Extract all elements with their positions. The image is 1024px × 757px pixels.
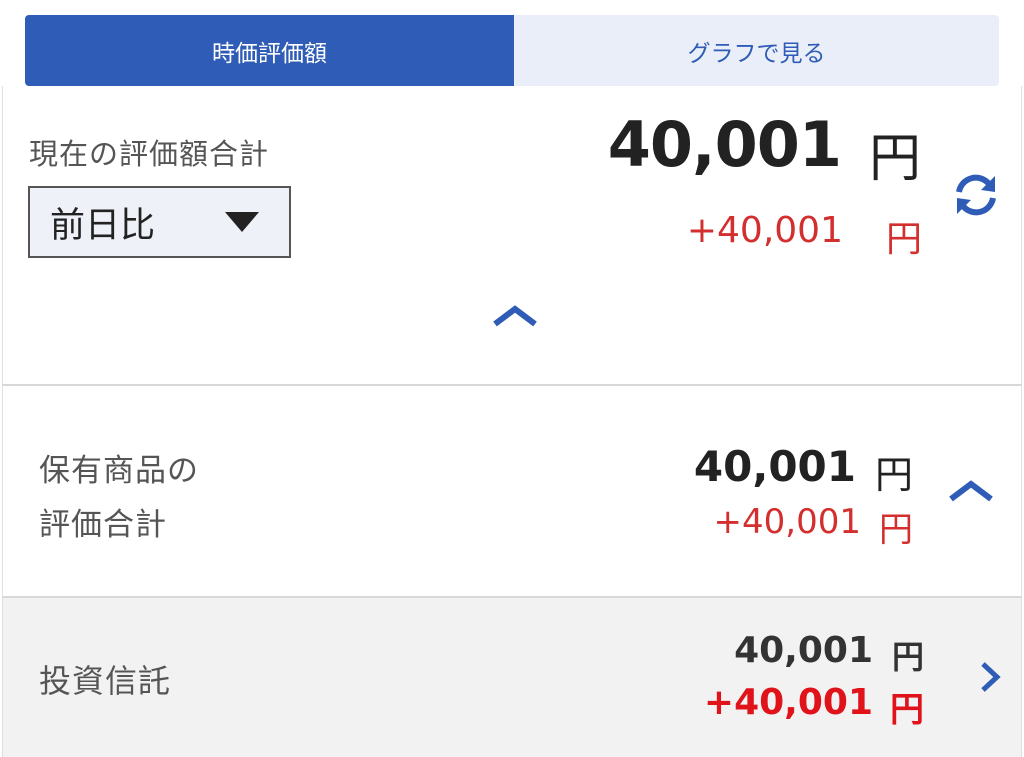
holdings-value: 40,001	[693, 442, 856, 491]
tab-view-graph[interactable]: グラフで見る	[514, 15, 999, 86]
total-change-value: +40,001	[686, 210, 843, 251]
summary-card: 現在の評価額合計 前日比 40,001 円 +40,001 円	[2, 86, 1022, 386]
fund-value-unit: 円	[891, 638, 924, 676]
summary-label: 現在の評価額合計	[29, 137, 270, 171]
chevron-up-icon[interactable]	[947, 476, 995, 504]
dropdown-arrow-icon	[225, 212, 259, 232]
chevron-right-icon[interactable]	[979, 660, 1001, 694]
fund-change-unit: 円	[890, 690, 924, 730]
total-change-unit: 円	[885, 219, 922, 260]
tab-market-value[interactable]: 時価評価額	[25, 15, 514, 86]
holdings-label: 保有商品の 評価合計	[39, 444, 199, 552]
total-value: 40,001	[607, 108, 842, 181]
valuation-tabs: 時価評価額 グラフで見る	[25, 15, 999, 86]
holdings-label-line2: 評価合計	[39, 507, 167, 543]
investment-trust-row[interactable]: 投資信託 40,001 円 +40,001 円	[2, 598, 1022, 757]
period-select-value: 前日比	[50, 205, 156, 246]
refresh-icon[interactable]	[951, 170, 1001, 220]
fund-change-value: +40,001	[703, 682, 873, 723]
holdings-section: 保有商品の 評価合計 40,001 円 +40,001 円	[2, 386, 1022, 598]
holdings-label-line1: 保有商品の	[39, 453, 199, 489]
period-select[interactable]: 前日比	[28, 186, 291, 258]
total-value-unit: 円	[868, 129, 921, 189]
fund-value: 40,001	[734, 630, 873, 671]
holdings-change-unit: 円	[879, 510, 913, 550]
fund-label: 投資信託	[39, 662, 172, 700]
holdings-change-value: +40,001	[713, 502, 861, 542]
holdings-value-unit: 円	[874, 453, 913, 497]
chevron-up-icon[interactable]	[491, 301, 539, 329]
